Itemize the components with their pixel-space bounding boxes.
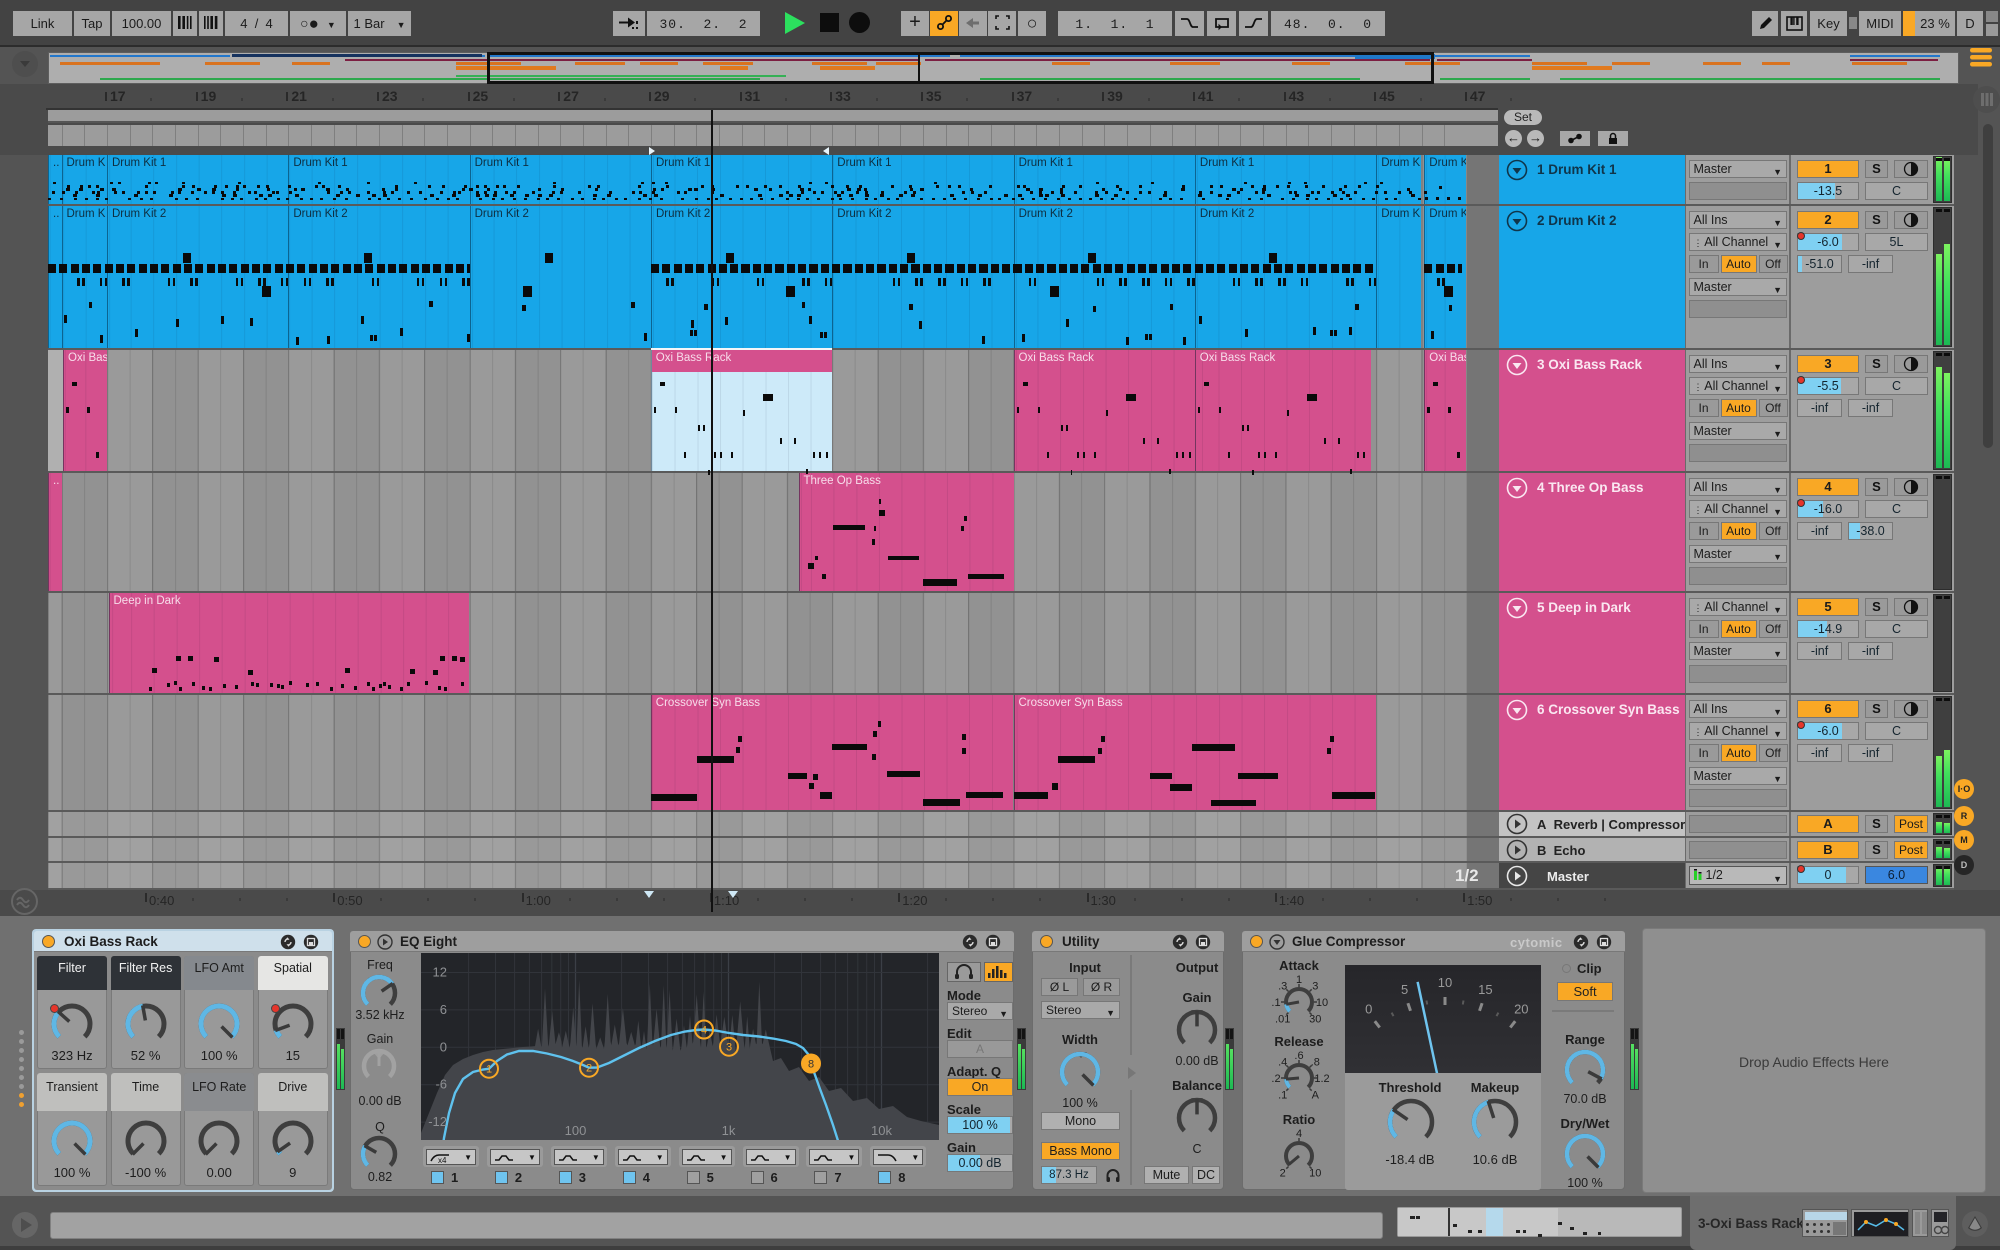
svg-text:1k: 1k xyxy=(721,1123,735,1138)
svg-text:10: 10 xyxy=(1438,975,1452,990)
svg-text:6: 6 xyxy=(439,1002,446,1017)
svg-text:-12: -12 xyxy=(428,1114,447,1129)
svg-text:10: 10 xyxy=(1309,1167,1321,1179)
svg-text:.01: .01 xyxy=(1275,1013,1290,1025)
svg-text:1.2: 1.2 xyxy=(1314,1073,1329,1085)
svg-text:1: 1 xyxy=(485,1064,491,1076)
svg-text:-6: -6 xyxy=(435,1077,447,1092)
svg-text:3: 3 xyxy=(725,1042,731,1054)
svg-text:0: 0 xyxy=(1365,1001,1372,1016)
svg-text:2: 2 xyxy=(585,1063,591,1075)
svg-text:.8: .8 xyxy=(1311,1057,1320,1069)
svg-text:0: 0 xyxy=(439,1039,446,1054)
svg-text:15: 15 xyxy=(1478,982,1492,997)
svg-text:x4: x4 xyxy=(438,1156,447,1164)
svg-text:.1: .1 xyxy=(1278,1089,1287,1101)
svg-text:.1: .1 xyxy=(1271,997,1280,1009)
svg-text:4: 4 xyxy=(700,1025,706,1037)
svg-text:100: 100 xyxy=(564,1123,586,1138)
svg-text:8: 8 xyxy=(807,1059,813,1071)
svg-text:.4: .4 xyxy=(1278,1057,1287,1069)
svg-text:20: 20 xyxy=(1514,1001,1528,1016)
svg-text:3: 3 xyxy=(1312,981,1318,993)
svg-text:.3: .3 xyxy=(1278,981,1287,993)
svg-text:.2: .2 xyxy=(1271,1073,1280,1085)
svg-text:5: 5 xyxy=(1401,982,1408,997)
svg-text:30: 30 xyxy=(1309,1013,1321,1025)
svg-text:10: 10 xyxy=(1316,997,1328,1009)
svg-text:12: 12 xyxy=(432,965,446,980)
svg-text:2: 2 xyxy=(1280,1167,1286,1179)
svg-text:10k: 10k xyxy=(871,1123,892,1138)
svg-text:A: A xyxy=(1312,1089,1320,1101)
